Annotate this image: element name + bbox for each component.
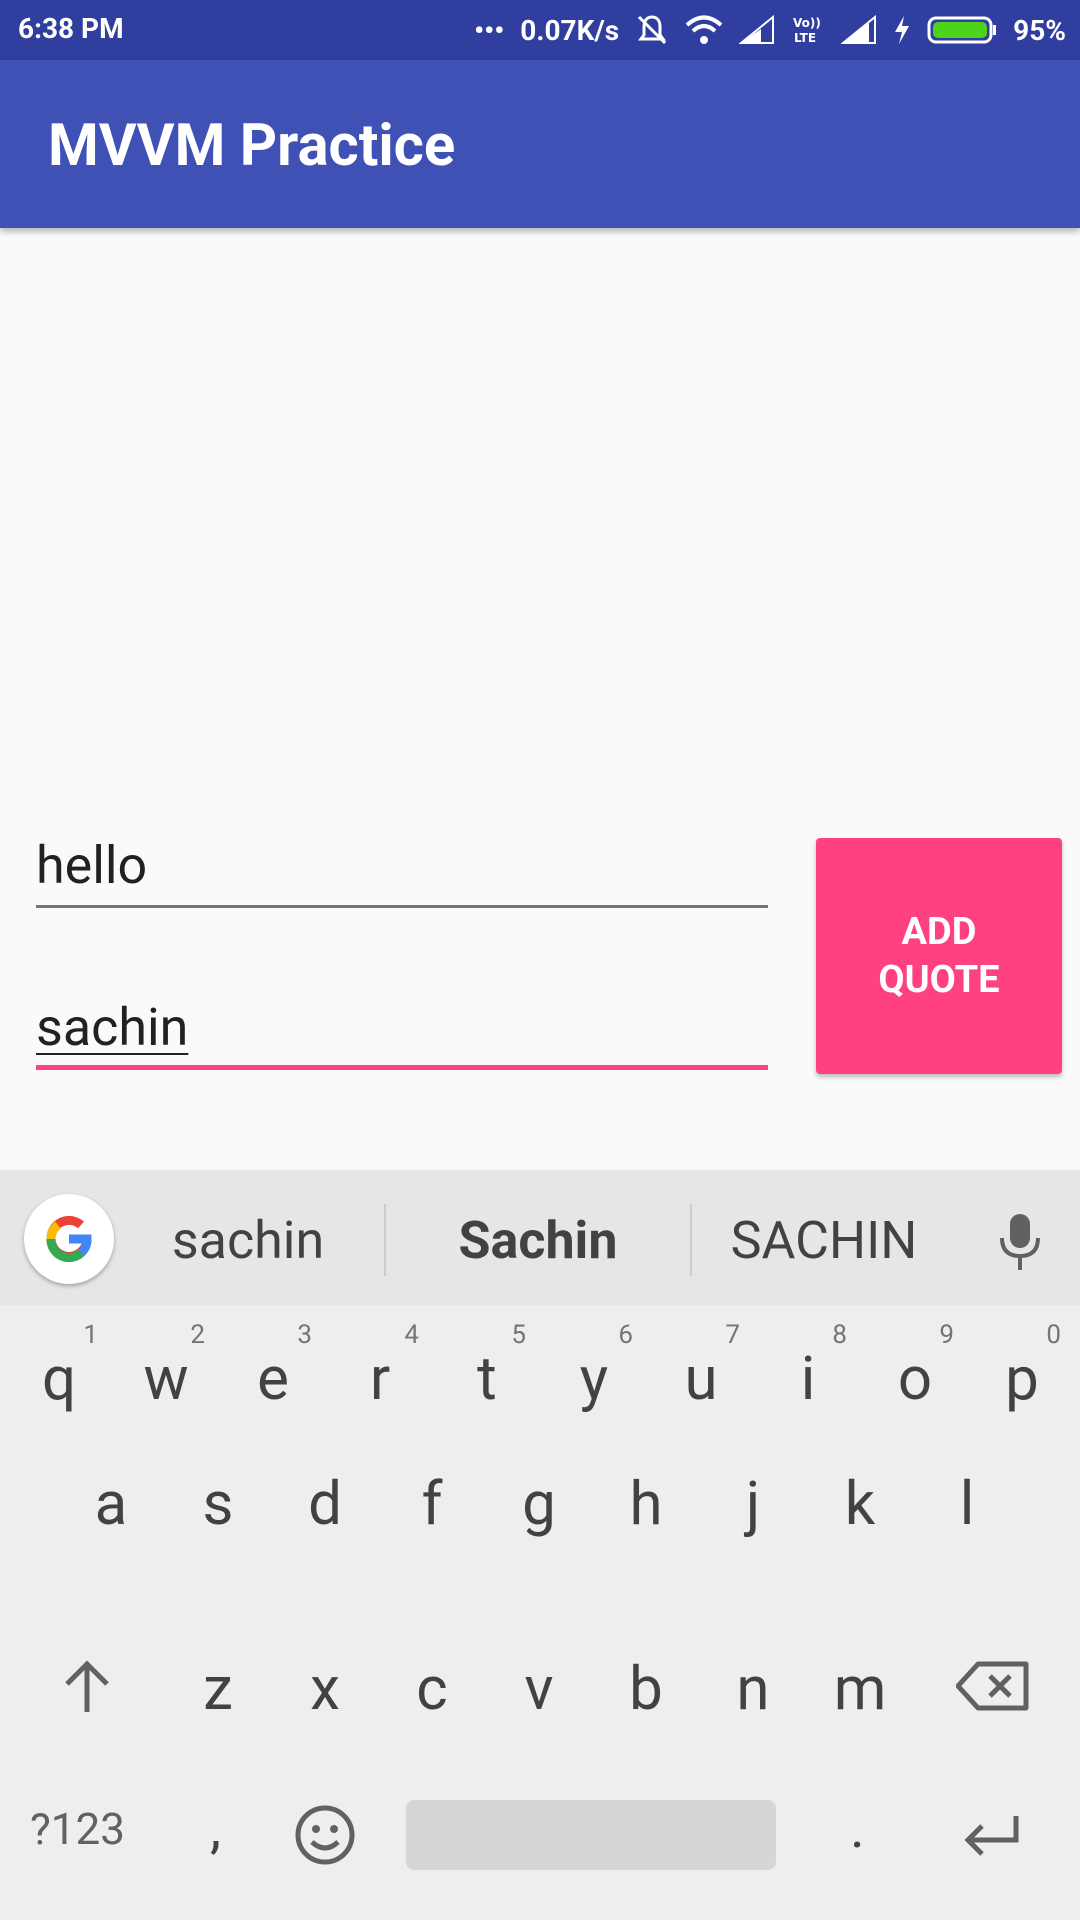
key-x[interactable]: x xyxy=(272,1620,378,1750)
space-bar[interactable] xyxy=(406,1800,776,1870)
charging-icon xyxy=(895,16,910,44)
key-d[interactable]: d xyxy=(272,1435,378,1565)
signal-icon xyxy=(739,15,775,44)
key-s[interactable]: s xyxy=(165,1435,271,1565)
key-w[interactable]: 2w xyxy=(113,1310,219,1440)
shift-icon[interactable] xyxy=(60,1658,114,1716)
key-g[interactable]: g xyxy=(486,1435,592,1565)
google-icon[interactable] xyxy=(24,1194,114,1284)
suggestion-2[interactable]: Sachin xyxy=(418,1210,658,1271)
status-bar: 6:38 PM ••• 0.07K/s Vo)) LTE 95% xyxy=(0,0,1080,60)
suggestion-1[interactable]: sachin xyxy=(128,1210,368,1271)
key-k[interactable]: k xyxy=(807,1435,913,1565)
key-p[interactable]: 0p xyxy=(969,1310,1075,1440)
volte-icon: Vo))LTE xyxy=(793,16,821,45)
author-input-underline xyxy=(36,1065,768,1070)
battery-icon xyxy=(927,16,997,44)
suggestion-divider xyxy=(384,1204,386,1276)
key-i[interactable]: 8i xyxy=(755,1310,861,1440)
key-j[interactable]: j xyxy=(700,1435,806,1565)
key-h[interactable]: h xyxy=(593,1435,699,1565)
quote-input-value: hello xyxy=(36,835,148,896)
key-v[interactable]: v xyxy=(486,1620,592,1750)
key-comma[interactable]: , xyxy=(210,1795,221,1861)
svg-text:Vo)): Vo)) xyxy=(793,16,821,30)
key-t[interactable]: 5t xyxy=(434,1310,540,1440)
key-c[interactable]: c xyxy=(379,1620,485,1750)
suggestion-strip: sachin Sachin SACHIN xyxy=(0,1170,1080,1305)
key-n[interactable]: n xyxy=(700,1620,806,1750)
battery-percent: 95% xyxy=(1013,13,1066,47)
svg-text:LTE: LTE xyxy=(794,31,816,45)
key-a[interactable]: a xyxy=(58,1435,164,1565)
mic-icon[interactable] xyxy=(990,1210,1050,1274)
status-icons: ••• 0.07K/s Vo)) LTE 95% xyxy=(474,8,1066,52)
enter-icon[interactable] xyxy=(962,1812,1022,1858)
add-quote-button-line1: ADD xyxy=(901,910,977,954)
key-y[interactable]: 6y xyxy=(541,1310,647,1440)
key-period[interactable]: . xyxy=(850,1795,865,1861)
key-f[interactable]: f xyxy=(379,1435,485,1565)
key-o[interactable]: 9o xyxy=(862,1310,968,1440)
author-input[interactable]: sachin xyxy=(36,980,768,1070)
key-m[interactable]: m xyxy=(807,1620,913,1750)
key-u[interactable]: 7u xyxy=(648,1310,754,1440)
status-time: 6:38 PM xyxy=(18,12,124,45)
network-speed: 0.07K/s xyxy=(520,13,620,47)
symbols-key[interactable]: ?123 xyxy=(30,1803,125,1855)
more-icon: ••• xyxy=(474,13,505,47)
app-bar: MVVM Practice xyxy=(0,60,1080,228)
signal-icon xyxy=(841,15,877,44)
key-e[interactable]: 3e xyxy=(220,1310,326,1440)
wifi-icon xyxy=(685,15,723,44)
suggestion-3[interactable]: SACHIN xyxy=(704,1210,944,1271)
quote-input[interactable]: hello xyxy=(36,820,768,908)
author-input-value: sachin xyxy=(36,997,189,1058)
key-z[interactable]: z xyxy=(165,1620,271,1750)
key-q[interactable]: 1q xyxy=(6,1310,112,1440)
suggestion-divider xyxy=(690,1204,692,1276)
key-r[interactable]: 4r xyxy=(327,1310,433,1440)
key-b[interactable]: b xyxy=(593,1620,699,1750)
add-quote-button-line2: QUOTE xyxy=(878,958,1000,1002)
emoji-icon[interactable] xyxy=(294,1804,356,1866)
quote-input-underline xyxy=(36,905,768,908)
backspace-icon[interactable] xyxy=(956,1660,1030,1712)
app-title: MVVM Practice xyxy=(48,112,456,180)
add-quote-button[interactable]: ADD QUOTE xyxy=(816,838,1062,1074)
mute-icon xyxy=(638,15,667,45)
key-l[interactable]: l xyxy=(914,1435,1020,1565)
